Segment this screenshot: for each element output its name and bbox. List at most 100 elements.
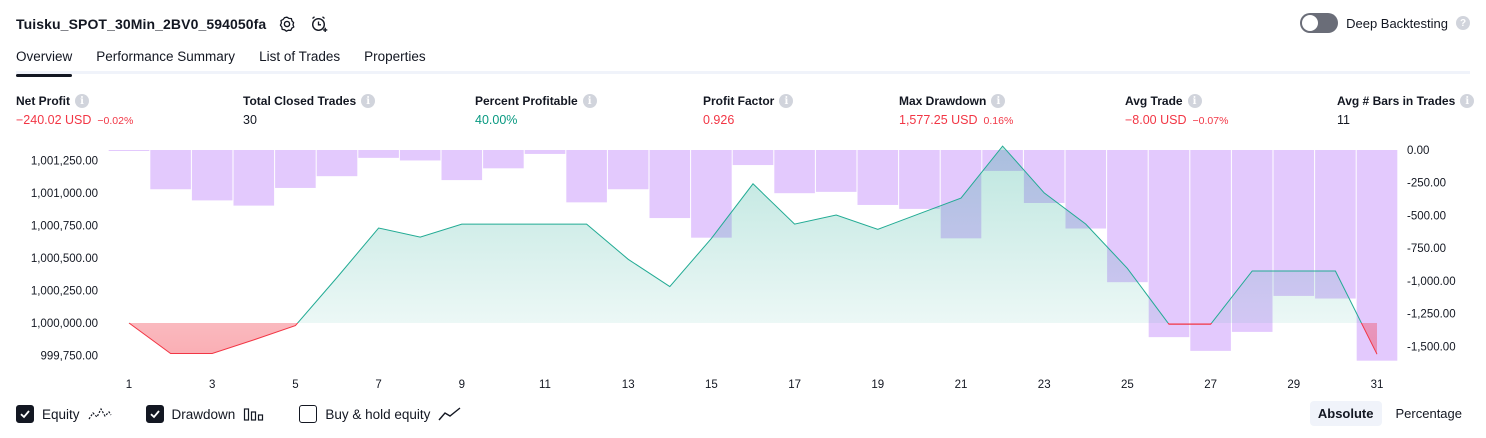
metric-percent: −0.02% (97, 115, 134, 127)
x-axis-tick: 13 (622, 379, 635, 391)
legend-label: Equity (42, 406, 80, 422)
metric-label: Profit Factor (703, 94, 775, 108)
tab-list-of-trades[interactable]: List of Trades (259, 44, 340, 74)
strategy-header: Tuisku_SPOT_30Min_2BV0_594050fa (16, 12, 330, 36)
drawdown-bars-icon (243, 406, 265, 422)
right-axis: 0.00 -250.00 -500.00 -750.00 -1,000.00 -1,250… (1407, 145, 1456, 353)
left-axis-tick: 1,001,250.00 (31, 155, 98, 167)
right-axis-tick: -250.00 (1407, 178, 1446, 190)
info-icon[interactable]: i (361, 94, 376, 108)
drawdown-bar (774, 150, 815, 194)
buy-hold-line-icon (438, 406, 462, 422)
x-axis-tick: 1 (126, 379, 132, 391)
equity-checkbox[interactable] (16, 405, 34, 423)
metric-label: Max Drawdown (899, 94, 987, 108)
x-axis-tick: 29 (1287, 379, 1300, 391)
left-axis-tick: 1,000,250.00 (31, 285, 98, 297)
x-axis-tick: 17 (788, 379, 801, 391)
drawdown-bar (441, 150, 483, 181)
right-axis-tick: -500.00 (1407, 210, 1446, 222)
drawdown-bar (649, 150, 691, 219)
x-axis-tick: 27 (1204, 379, 1217, 391)
x-axis-tick: 23 (1038, 379, 1051, 391)
drawdown-bar (399, 150, 441, 161)
metric-value: 0.926 (703, 113, 735, 127)
x-axis: 1 3 5 7 9 11 13 15 17 19 21 23 25 27 29 31 (126, 379, 1384, 391)
drawdown-bar (524, 150, 566, 154)
deep-backtesting: Deep Backtesting ? (1300, 13, 1470, 33)
chart-legend: Equity Drawdown Buy & hold equity (16, 403, 496, 425)
x-axis-tick: 5 (292, 379, 298, 391)
metrics-row: Net Profit i −240.02 USD −0.02% Total Clos… (16, 94, 1475, 134)
x-axis-tick: 31 (1371, 379, 1384, 391)
legend-label: Buy & hold equity (325, 406, 431, 422)
add-alert-icon[interactable] (308, 13, 330, 35)
info-icon[interactable]: i (1187, 94, 1202, 108)
x-axis-tick: 3 (209, 379, 215, 391)
gear-icon[interactable] (276, 13, 298, 35)
buy-hold-checkbox[interactable] (299, 405, 318, 423)
drawdown-bar (607, 150, 649, 190)
drawdown-bar (275, 150, 316, 188)
legend-buy-hold[interactable]: Buy & hold equity (299, 405, 462, 423)
percentage-button[interactable]: Percentage (1388, 401, 1471, 426)
right-axis-tick: -1,250.00 (1407, 309, 1456, 321)
metric-value: 1,577.25 USD (899, 113, 978, 127)
drawdown-bar (815, 150, 857, 192)
metric-label: Avg Trade (1125, 94, 1183, 108)
metric-value: 30 (243, 113, 257, 127)
metric-label: Percent Profitable (475, 94, 578, 108)
drawdown-bar (191, 150, 233, 201)
legend-equity[interactable]: Equity (16, 405, 112, 423)
metric-value: 11 (1337, 113, 1350, 127)
left-axis-tick: 1,000,500.00 (31, 253, 98, 265)
left-axis-tick: 1,001,000.00 (31, 188, 98, 200)
metric-max-drawdown: Max Drawdown i 1,577.25 USD 0.16% (899, 94, 1013, 127)
tab-properties[interactable]: Properties (364, 44, 426, 74)
view-mode-switch: Absolute Percentage (1309, 401, 1471, 426)
tab-performance-summary[interactable]: Performance Summary (96, 44, 235, 74)
question-icon[interactable]: ? (1456, 16, 1470, 30)
metric-value: 40.00% (475, 113, 518, 127)
equity-area (129, 146, 1377, 355)
equity-line-icon (88, 406, 112, 422)
absolute-button[interactable]: Absolute (1309, 401, 1382, 426)
legend-label: Drawdown (171, 406, 236, 422)
x-axis-tick: 11 (539, 379, 551, 391)
drawdown-bar (566, 150, 607, 203)
right-axis-tick: -750.00 (1407, 243, 1446, 255)
metric-label: Avg # Bars in Trades (1337, 94, 1456, 108)
x-axis-tick: 15 (705, 379, 718, 391)
tab-bar: Overview Performance Summary List of Tra… (16, 44, 1470, 77)
x-axis-tick: 9 (459, 379, 465, 391)
tab-overview[interactable]: Overview (16, 44, 73, 77)
x-axis-tick: 25 (1121, 379, 1134, 391)
metric-net-profit: Net Profit i −240.02 USD −0.02% (16, 94, 133, 127)
drawdown-bar (899, 150, 940, 209)
drawdown-bar (108, 150, 150, 151)
left-axis: 1,001,250.00 1,001,000.00 1,000,750.00 1,00… (31, 155, 98, 362)
deep-backtesting-toggle[interactable] (1300, 13, 1339, 33)
metric-label: Net Profit (16, 94, 70, 108)
toggle-knob (1302, 15, 1319, 31)
drawdown-bar (358, 150, 399, 158)
info-icon[interactable]: i (779, 94, 794, 108)
metric-profit-factor: Profit Factor i 0.926 (703, 94, 794, 127)
info-icon[interactable]: i (1460, 94, 1475, 108)
legend-drawdown[interactable]: Drawdown (145, 405, 266, 423)
info-icon[interactable]: i (991, 94, 1006, 108)
metric-value: −8.00 USD (1125, 113, 1187, 127)
x-axis-tick: 7 (375, 379, 381, 391)
info-icon[interactable]: i (582, 94, 597, 108)
right-axis-tick: -1,000.00 (1407, 276, 1456, 288)
equity-drawdown-chart[interactable]: 1,001,250.00 1,001,000.00 1,000,750.00 1,00… (0, 140, 1486, 395)
x-axis-tick: 21 (955, 379, 968, 391)
drawdown-bar (150, 150, 191, 190)
info-icon[interactable]: i (75, 94, 89, 108)
right-axis-tick: 0.00 (1407, 145, 1429, 157)
drawdown-bar (483, 150, 524, 169)
drawdown-checkbox[interactable] (145, 405, 164, 423)
drawdown-bar (857, 150, 899, 205)
metric-avg-bars-in-trades: Avg # Bars in Trades i 11 (1337, 94, 1475, 127)
metric-label: Total Closed Trades (243, 94, 357, 108)
